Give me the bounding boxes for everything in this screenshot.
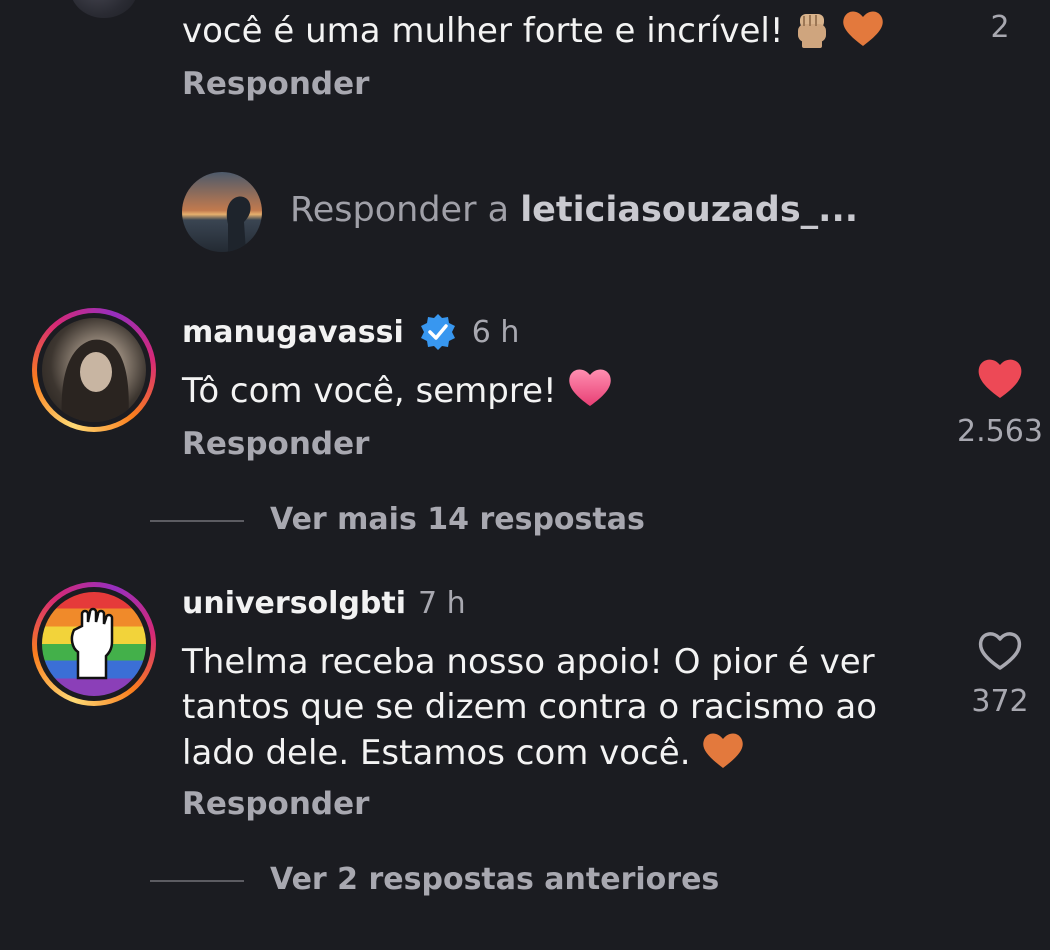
avatar[interactable] [182, 172, 262, 252]
comment-text: Thelma receba nosso apoio! O pior é ver … [182, 640, 877, 782]
reply-button[interactable]: Responder [182, 426, 369, 462]
comment-header: universolgbti 7 h [182, 586, 466, 621]
reply-button[interactable]: Responder [182, 66, 369, 102]
like-count: 2.563 [957, 414, 1043, 449]
heart-outline-icon[interactable] [976, 628, 1024, 672]
divider [150, 880, 244, 882]
comment-text: Tô com você, sempre! [182, 366, 613, 420]
timestamp: 6 h [471, 314, 520, 350]
avatar[interactable] [70, 0, 138, 18]
reply-input[interactable]: Responder a leticiasouzads_... [290, 190, 858, 230]
comment-text: você é uma mulher forte e incrível! [182, 8, 885, 60]
verified-badge-icon [418, 312, 458, 352]
pink-heart-emoji [567, 366, 613, 420]
comment-header: manugavassi 6 h [182, 312, 519, 352]
view-more-replies-button[interactable]: Ver mais 14 respostas [270, 502, 645, 537]
heart-filled-icon[interactable] [976, 356, 1024, 400]
orange-heart-emoji [841, 8, 885, 60]
avatar[interactable] [32, 582, 156, 706]
avatar[interactable] [32, 308, 156, 432]
divider [150, 520, 244, 522]
username[interactable]: manugavassi [182, 315, 404, 350]
timestamp: 7 h [418, 586, 466, 621]
like-count: 2 [990, 10, 1010, 45]
reply-button[interactable]: Responder [182, 786, 369, 822]
orange-heart-emoji [701, 730, 745, 782]
username[interactable]: universolgbti [182, 586, 406, 621]
view-previous-replies-button[interactable]: Ver 2 respostas anteriores [270, 862, 719, 897]
raised-fist-emoji [794, 10, 830, 60]
like-count: 372 [971, 684, 1029, 719]
